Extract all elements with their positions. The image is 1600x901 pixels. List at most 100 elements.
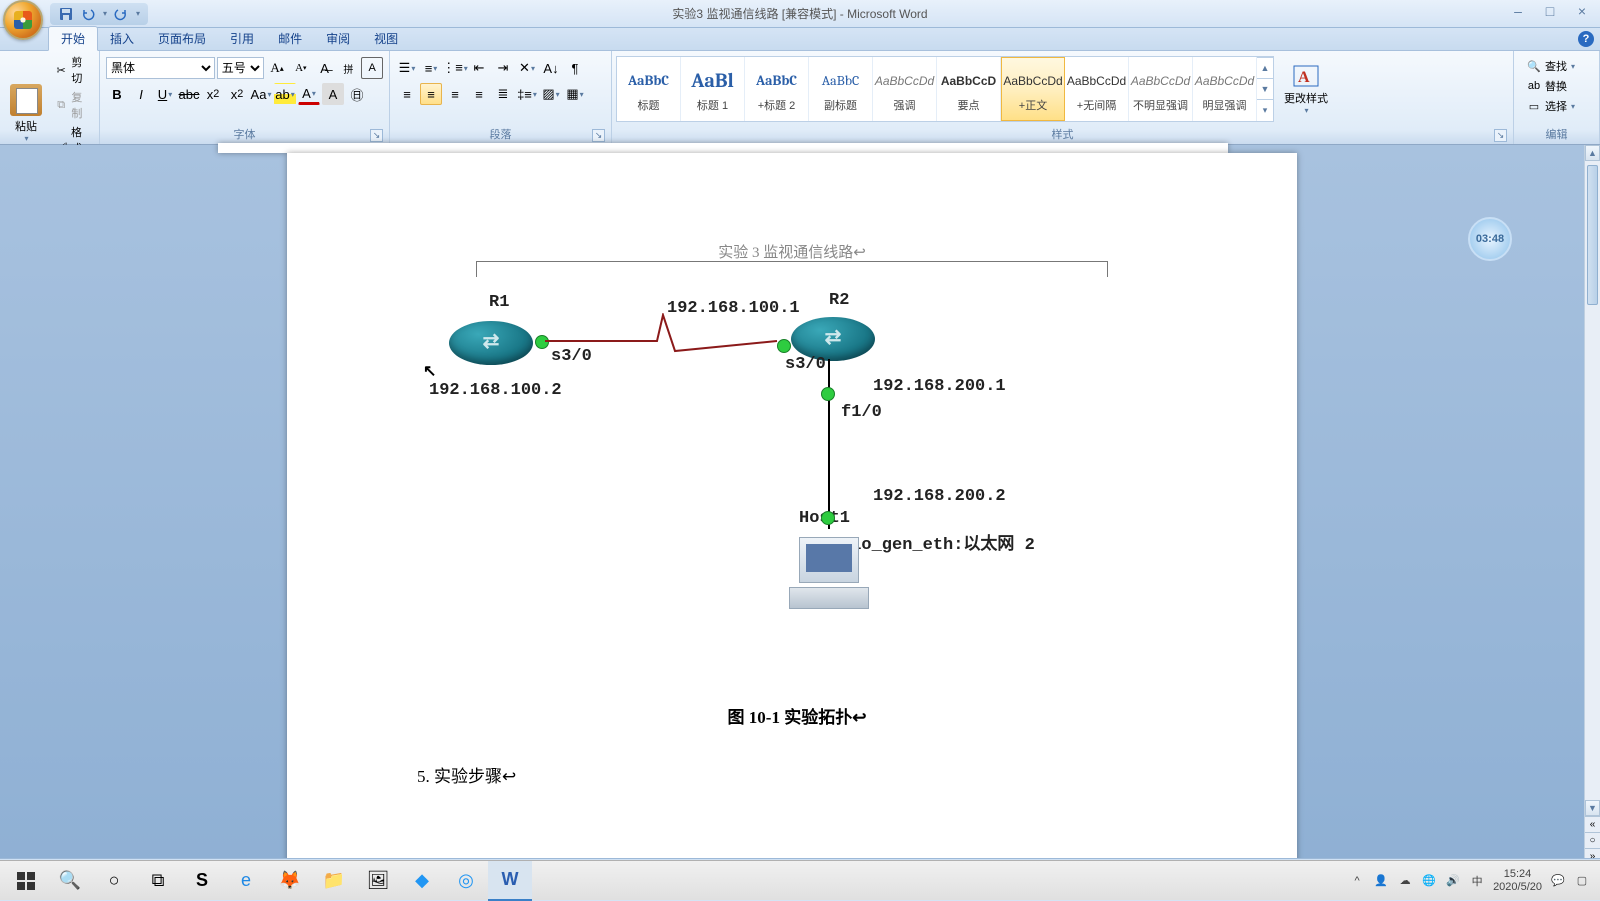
undo-icon[interactable] [80,6,96,22]
change-styles-dropdown-icon[interactable]: ▾ [1304,106,1308,115]
align-left-button[interactable]: ≡ [396,83,418,105]
scroll-down-button[interactable]: ▼ [1585,800,1600,816]
start-button[interactable] [4,861,48,901]
font-color-button[interactable]: A▾ [298,83,320,105]
app-explorer-icon[interactable]: 📁 [312,861,356,901]
tab-insert[interactable]: 插入 [98,27,146,50]
italic-button[interactable]: I [130,83,152,105]
save-icon[interactable] [58,6,74,22]
sort-button[interactable]: A↓ [540,57,562,79]
shading-button[interactable]: ▨▾ [540,83,562,105]
app-sogou-icon[interactable]: S [180,861,224,901]
app-generic-icon[interactable]: ◎ [444,861,488,901]
prev-page-button[interactable]: « [1585,816,1600,832]
taskview-button[interactable]: ⧉ [136,861,180,901]
minimize-button[interactable]: – [1504,2,1532,20]
app-edge-icon[interactable]: e [224,861,268,901]
find-button[interactable]: 🔍查找▾ [1522,57,1591,75]
action-center-icon[interactable]: ▢ [1574,874,1590,887]
align-justify-button[interactable]: ≡ [468,83,490,105]
replace-button[interactable]: ab替换 [1522,77,1591,95]
style-item-3[interactable]: AaBbC副标题 [809,57,873,121]
bullets-button[interactable]: ☰▾ [396,57,418,79]
copy-button[interactable]: ⧉复制 [50,88,95,122]
font-size-select[interactable]: 五号 [217,57,264,79]
people-icon[interactable]: 👤 [1373,874,1389,887]
onedrive-icon[interactable]: ☁ [1397,874,1413,887]
app-word-icon[interactable]: W [488,861,532,901]
align-right-button[interactable]: ≡ [444,83,466,105]
style-item-5[interactable]: AaBbCcD要点 [937,57,1001,121]
browse-object-button[interactable]: ○ [1585,832,1600,848]
cortana-button[interactable]: ○ [92,861,136,901]
gallery-down-button[interactable]: ▼ [1257,78,1273,99]
asian-layout-button[interactable]: ✕▾ [516,57,538,79]
style-item-6[interactable]: AaBbCcDd+正文 [1001,57,1065,121]
vertical-scrollbar[interactable]: ▲ ▼ « ○ » [1584,145,1600,864]
style-item-7[interactable]: AaBbCcDd+无间隔 [1065,57,1129,121]
paste-dropdown-icon[interactable]: ▾ [24,134,28,143]
qat-customize-icon[interactable]: ▾ [136,9,140,18]
change-case-button[interactable]: Aa▾ [250,83,272,105]
tray-overflow-icon[interactable]: ^ [1349,875,1365,887]
underline-button[interactable]: U▾ [154,83,176,105]
multilevel-button[interactable]: ⋮≡▾ [444,57,466,79]
timer-badge[interactable]: 03:48 [1468,217,1512,261]
tab-mailings[interactable]: 邮件 [266,27,314,50]
undo-dropdown-icon[interactable]: ▾ [103,9,107,18]
style-item-8[interactable]: AaBbCcDd不明显强调 [1129,57,1193,121]
highlight-button[interactable]: ab▾ [274,83,296,105]
char-shading-button[interactable]: A [322,83,344,105]
clear-format-button[interactable]: A̶ [314,57,336,79]
tab-home[interactable]: 开始 [48,26,98,51]
font-launcher-icon[interactable]: ↘ [370,129,383,142]
font-family-select[interactable]: 黑体 [106,57,215,79]
app-firefox-icon[interactable]: 🦊 [268,861,312,901]
show-marks-button[interactable]: ¶ [564,57,586,79]
style-item-1[interactable]: AaBl标题 1 [681,57,745,121]
paragraph-launcher-icon[interactable]: ↘ [592,129,605,142]
styles-launcher-icon[interactable]: ↘ [1494,129,1507,142]
redo-icon[interactable] [113,6,129,22]
strike-button[interactable]: abc [178,83,200,105]
office-button[interactable] [3,0,43,40]
document-page[interactable]: 实验 3 监视通信线路↩ R1 s3/0 192.168.100.2 192.1… [287,153,1297,864]
help-icon[interactable]: ? [1578,31,1594,47]
clock[interactable]: 15:242020/5/20 [1493,868,1542,894]
tab-pagelayout[interactable]: 页面布局 [146,27,218,50]
style-item-2[interactable]: AaBbC+标题 2 [745,57,809,121]
scroll-thumb[interactable] [1587,165,1598,305]
char-border-button[interactable]: A [361,57,383,79]
notification-icon[interactable]: 💬 [1550,874,1566,887]
distribute-button[interactable]: ≣ [492,83,514,105]
paste-button[interactable]: 粘贴 ▾ [4,82,48,145]
scroll-up-button[interactable]: ▲ [1585,145,1600,161]
grow-font-button[interactable]: A▴ [266,57,288,79]
shrink-font-button[interactable]: A▾ [290,57,312,79]
app-photos-icon[interactable]: 🖼 [356,861,400,901]
ime-icon[interactable]: 中 [1469,873,1485,889]
indent-inc-button[interactable]: ⇥ [492,57,514,79]
subscript-button[interactable]: x2 [202,83,224,105]
search-button[interactable]: 🔍 [48,861,92,901]
gallery-up-button[interactable]: ▲ [1257,57,1273,78]
superscript-button[interactable]: x2 [226,83,248,105]
tab-review[interactable]: 审阅 [314,27,362,50]
style-item-9[interactable]: AaBbCcDd明显强调 [1193,57,1257,121]
gallery-more-button[interactable]: ▾ [1257,99,1273,120]
style-item-0[interactable]: AaBbC标题 [617,57,681,121]
enclose-button[interactable]: ㊐ [346,83,368,105]
app-dingtalk-icon[interactable]: ◆ [400,861,444,901]
indent-dec-button[interactable]: ⇤ [468,57,490,79]
change-styles-button[interactable]: A 更改样式 ▾ [1278,58,1334,119]
volume-icon[interactable]: 🔊 [1445,874,1461,887]
network-icon[interactable]: 🌐 [1421,874,1437,887]
cut-button[interactable]: ✂剪切 [50,53,95,87]
tab-view[interactable]: 视图 [362,27,410,50]
borders-button[interactable]: ▦▾ [564,83,586,105]
phonetic-button[interactable]: 拼 [337,57,359,79]
maximize-button[interactable]: □ [1536,2,1564,20]
align-center-button[interactable]: ≡ [420,83,442,105]
line-spacing-button[interactable]: ‡≡▾ [516,83,538,105]
numbering-button[interactable]: ≡▾ [420,57,442,79]
